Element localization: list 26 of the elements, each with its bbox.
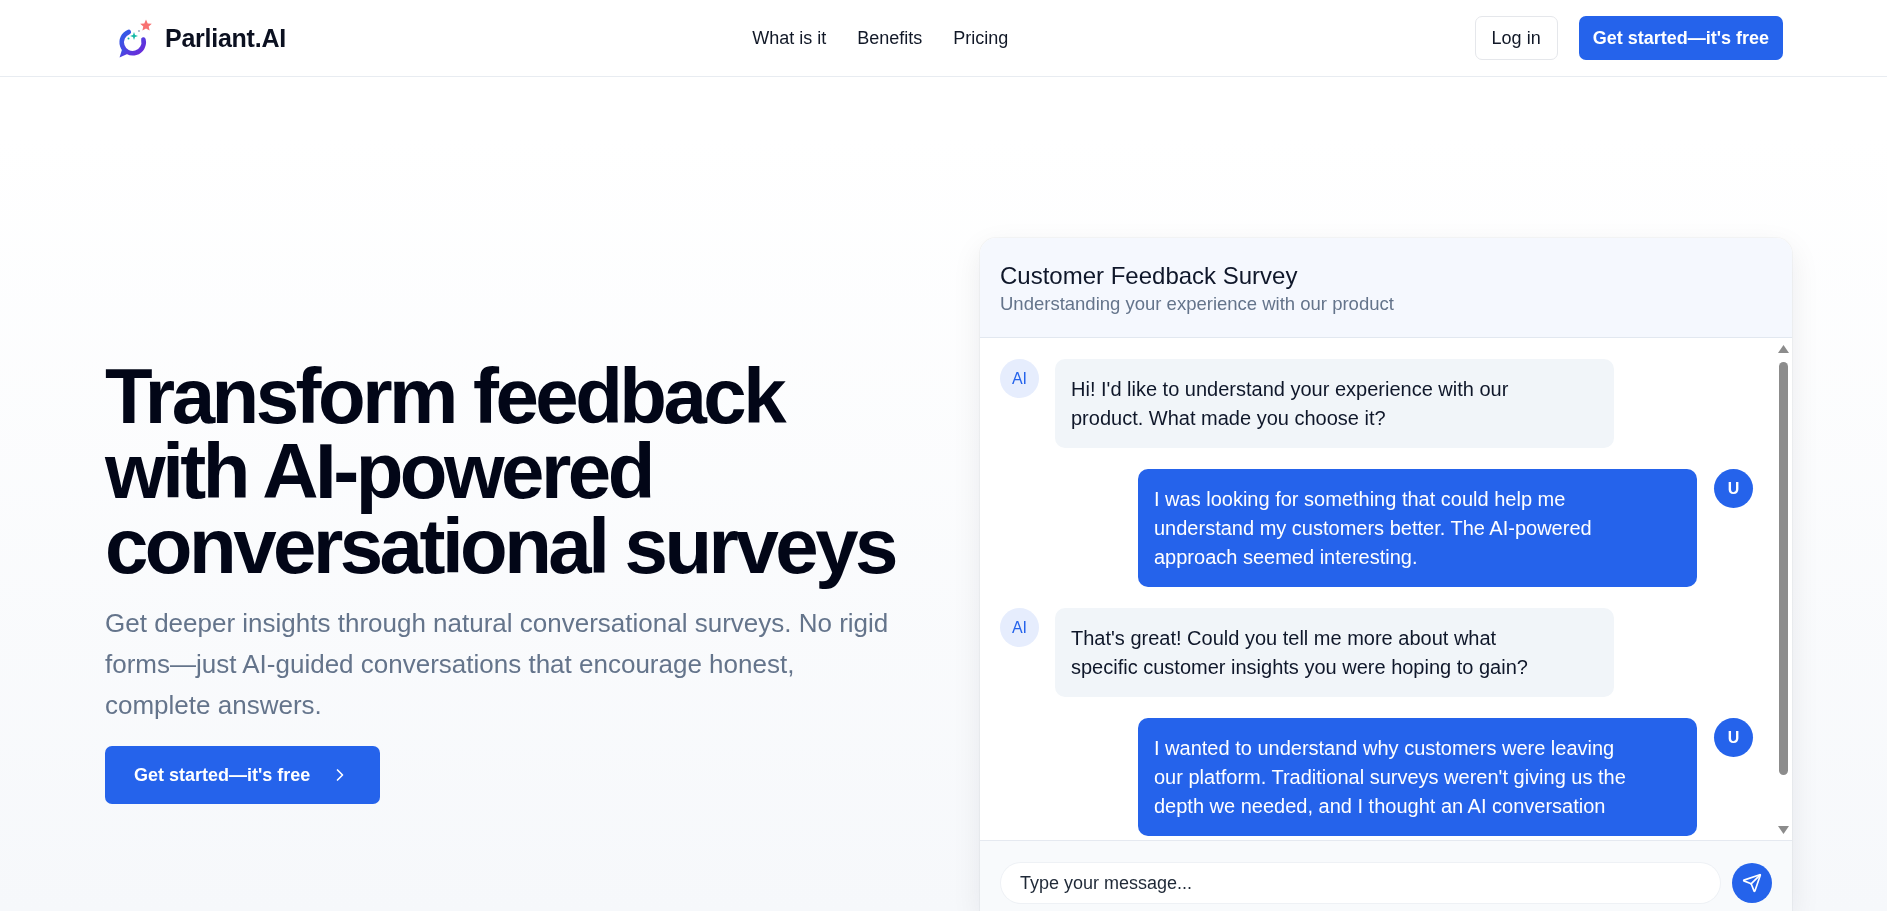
nav-link[interactable]: Pricing — [953, 27, 1009, 49]
scroll-down-icon[interactable] — [1778, 826, 1789, 834]
user-avatar: U — [1714, 469, 1753, 508]
chat-subtitle: Understanding your experience with our product — [1000, 292, 1395, 316]
login-button[interactable]: Log in — [1474, 16, 1558, 60]
nav-link[interactable]: Benefits — [857, 27, 923, 49]
message-input[interactable]: Type your message... — [1001, 863, 1720, 903]
get-started-button[interactable]: Get started—it's free — [105, 746, 381, 804]
hero-description: Get deeper insights through natural conversational surveys. No rigid forms—just AI-guided conversations that encourage honest, complete answers. — [105, 607, 890, 722]
assistant-message-bubble: That's great! Could you tell me more about what specific customer insights you were hoping to gain? — [1055, 608, 1614, 697]
scroll-up-icon[interactable] — [1778, 345, 1789, 353]
nav-link[interactable]: What is it — [752, 27, 827, 49]
brand-name[interactable]: Parliant.AI — [165, 23, 286, 53]
assistant-avatar: AI — [1000, 359, 1039, 398]
user-message-bubble: I was looking for something that could help me understand my customers better. The AI-powered approach seemed interesting. — [1138, 469, 1697, 587]
send-button[interactable] — [1732, 863, 1772, 903]
hero-heading: Transform feedback with AI-powered conversational surveys — [105, 353, 896, 592]
user-message-bubble: I wanted to understand why customers were leaving our platform. Traditional surveys weren't giving us the depth we needed, and I thought an AI conversation — [1138, 718, 1697, 836]
get-started-button[interactable]: Get started—it's free — [1578, 16, 1783, 60]
assistant-message-bubble: Hi! I'd like to understand your experience with our product. What made you choose it? — [1055, 359, 1614, 448]
assistant-avatar: AI — [1000, 608, 1039, 647]
chat-title: Customer Feedback Survey — [1000, 261, 1299, 291]
logo-icon[interactable] — [117, 18, 153, 58]
send-icon — [1742, 873, 1762, 893]
user-avatar: U — [1714, 718, 1753, 757]
scrollbar-thumb[interactable] — [1779, 362, 1788, 775]
